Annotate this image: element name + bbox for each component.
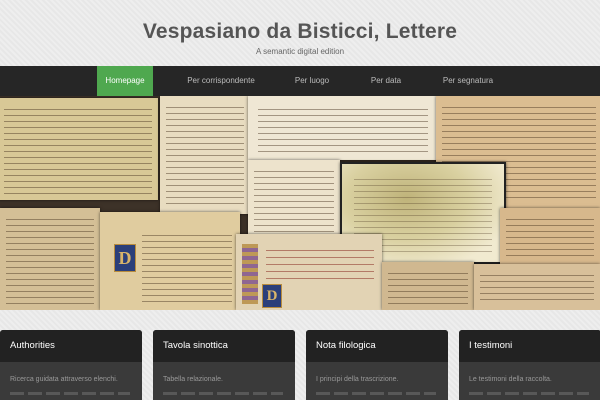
card-title[interactable]: Nota filologica <box>306 330 448 362</box>
illuminated-initial: D <box>262 284 282 308</box>
main-navbar: Homepage Per corrispondente Per luogo Pe… <box>0 66 600 96</box>
site-title[interactable]: Vespasiano da Bisticci, Lettere <box>0 0 600 44</box>
card-description: Le testimoni della raccolta. <box>469 376 552 383</box>
card-description: I principi della trascrizione. <box>316 376 399 383</box>
card-title[interactable]: I testimoni <box>459 330 600 362</box>
card-text-line <box>10 392 130 395</box>
nav-item-homepage[interactable]: Homepage <box>97 66 153 96</box>
card-text-line <box>316 392 436 395</box>
card-title[interactable]: Tavola sinottica <box>153 330 295 362</box>
illuminated-initial: D <box>114 244 136 272</box>
card-nota-filologica[interactable]: Nota filologica I principi della trascri… <box>306 330 448 400</box>
card-title[interactable]: Authorities <box>0 330 142 362</box>
card-text-line <box>469 392 589 395</box>
manuscript-page <box>474 264 600 310</box>
decorated-border <box>242 244 258 304</box>
manuscript-page-incipit: D <box>236 234 382 310</box>
site-header: Vespasiano da Bisticci, Lettere A semant… <box>0 0 600 66</box>
nav-item-per-segnatura[interactable]: Per segnatura <box>430 66 506 96</box>
manuscript-page <box>160 96 250 214</box>
card-tavola-sinottica[interactable]: Tavola sinottica Tabella relazionale. <box>153 330 295 400</box>
manuscript-banner: D D <box>0 96 600 310</box>
nav-item-per-data[interactable]: Per data <box>358 66 414 96</box>
manuscript-page <box>500 208 600 264</box>
manuscript-page: D <box>100 212 240 310</box>
card-i-testimoni[interactable]: I testimoni Le testimoni della raccolta. <box>459 330 600 400</box>
card-text-line <box>163 392 283 395</box>
feature-cards: Authorities Ricerca guidata attraverso e… <box>0 330 600 400</box>
nav-item-per-luogo[interactable]: Per luogo <box>283 66 341 96</box>
card-authorities[interactable]: Authorities Ricerca guidata attraverso e… <box>0 330 142 400</box>
manuscript-page <box>0 98 158 200</box>
nav-item-per-corrispondente[interactable]: Per corrispondente <box>176 66 266 96</box>
manuscript-page <box>382 262 474 310</box>
card-description: Ricerca guidata attraverso elenchi. <box>10 376 118 383</box>
card-description: Tabella relazionale. <box>163 376 223 383</box>
manuscript-page <box>248 96 438 160</box>
manuscript-page <box>0 208 100 310</box>
site-subtitle: A semantic digital edition <box>255 47 345 56</box>
